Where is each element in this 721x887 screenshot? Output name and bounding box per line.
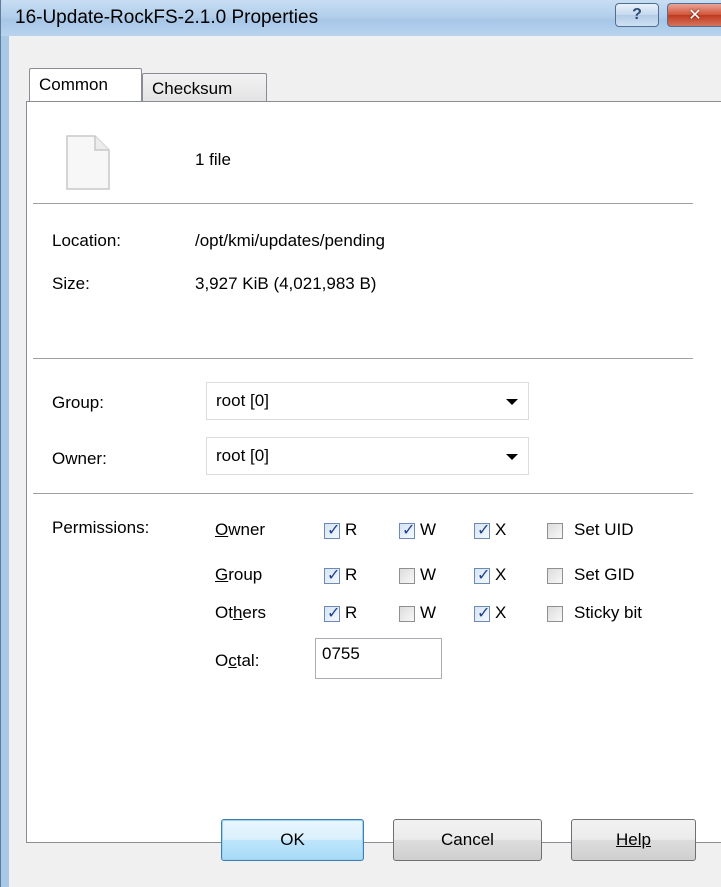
perm-special-label: Set UID (574, 520, 634, 539)
close-icon: ✕ (688, 7, 702, 24)
perm-w-label: W (420, 520, 437, 539)
checkmark-icon: ✓ (402, 522, 416, 539)
checkbox-others-w[interactable] (399, 606, 415, 622)
properties-window: 16-Update-RockFS-2.1.0 Properties ? ✕ Co… (0, 0, 721, 887)
checkbox-owner-r[interactable]: ✓ (324, 522, 341, 539)
checkbox-group-w[interactable] (399, 568, 415, 584)
size-label: Size: (52, 274, 90, 293)
title-bar[interactable]: 16-Update-RockFS-2.1.0 Properties ? ✕ (1, 0, 721, 36)
checkmark-icon: ✓ (477, 567, 491, 584)
window-title: 16-Update-RockFS-2.1.0 Properties (15, 7, 319, 28)
checkmark-icon: ✓ (327, 522, 341, 539)
owner-label: Owner: (52, 449, 107, 468)
perm-row-others-label: Others (215, 603, 267, 622)
checkmark-icon: ✓ (477, 522, 491, 539)
file-count: 1 file (195, 150, 231, 169)
checkbox-others-special[interactable] (547, 606, 563, 622)
octal-input[interactable]: 0755 (315, 638, 442, 679)
ok-button-label: OK (280, 830, 305, 849)
chevron-down-icon (506, 454, 518, 460)
checkmark-icon: ✓ (327, 567, 341, 584)
octal-value: 0755 (322, 644, 360, 663)
checkbox-owner-w[interactable]: ✓ (399, 522, 416, 539)
permissions-label: Permissions: (52, 518, 150, 537)
checkbox-group-special[interactable] (547, 568, 563, 584)
tab-checksum-label: Checksum (152, 79, 233, 98)
tab-common[interactable]: Common (29, 68, 142, 101)
checkbox-others-r[interactable]: ✓ (324, 605, 341, 622)
group-label: Group: (52, 393, 104, 412)
checkbox-others-x[interactable]: ✓ (474, 605, 491, 622)
close-button[interactable]: ✕ (667, 3, 721, 27)
cancel-button-label: Cancel (441, 830, 494, 849)
checkmark-icon: ✓ (477, 605, 491, 622)
help-title-button[interactable]: ? (615, 3, 659, 27)
help-button[interactable]: Help (571, 819, 696, 861)
perm-special-label: Sticky bit (574, 603, 643, 622)
group-select-value: root [0] (216, 391, 269, 410)
separator-top (33, 203, 693, 204)
group-select[interactable]: root [0] (206, 382, 529, 420)
perm-x-label: X (495, 565, 507, 584)
perm-r-label: R (345, 565, 358, 584)
location-value: /opt/kmi/updates/pending (195, 231, 385, 250)
ok-button[interactable]: OK (221, 819, 364, 861)
separator-bottom (33, 493, 693, 494)
owner-select-value: root [0] (216, 446, 269, 465)
perm-special-label: Set GID (574, 565, 635, 584)
checkbox-group-x[interactable]: ✓ (474, 567, 491, 584)
perm-x-label: X (495, 603, 507, 622)
octal-label: Octal: (215, 651, 260, 670)
perm-row-group-label: Group (215, 565, 263, 584)
checkmark-icon: ✓ (327, 605, 341, 622)
file-icon (66, 135, 110, 190)
tab-common-label: Common (39, 75, 108, 94)
separator-middle (33, 358, 693, 359)
cancel-button[interactable]: Cancel (393, 819, 542, 861)
perm-x-label: X (495, 520, 507, 539)
size-value: 3,927 KiB (4,021,983 B) (195, 274, 377, 293)
chevron-down-icon (506, 399, 518, 405)
perm-row-owner-label: Owner (215, 520, 266, 539)
perm-r-label: R (345, 520, 358, 539)
help-button-label: Help (616, 830, 651, 849)
location-label: Location: (52, 231, 121, 250)
tab-checksum[interactable]: Checksum (142, 73, 267, 102)
help-icon: ? (632, 6, 642, 23)
perm-r-label: R (345, 603, 358, 622)
checkbox-owner-special[interactable] (547, 523, 563, 539)
checkbox-owner-x[interactable]: ✓ (474, 522, 491, 539)
perm-w-label: W (420, 603, 437, 622)
perm-w-label: W (420, 565, 437, 584)
owner-select[interactable]: root [0] (206, 437, 529, 475)
checkbox-group-r[interactable]: ✓ (324, 567, 341, 584)
